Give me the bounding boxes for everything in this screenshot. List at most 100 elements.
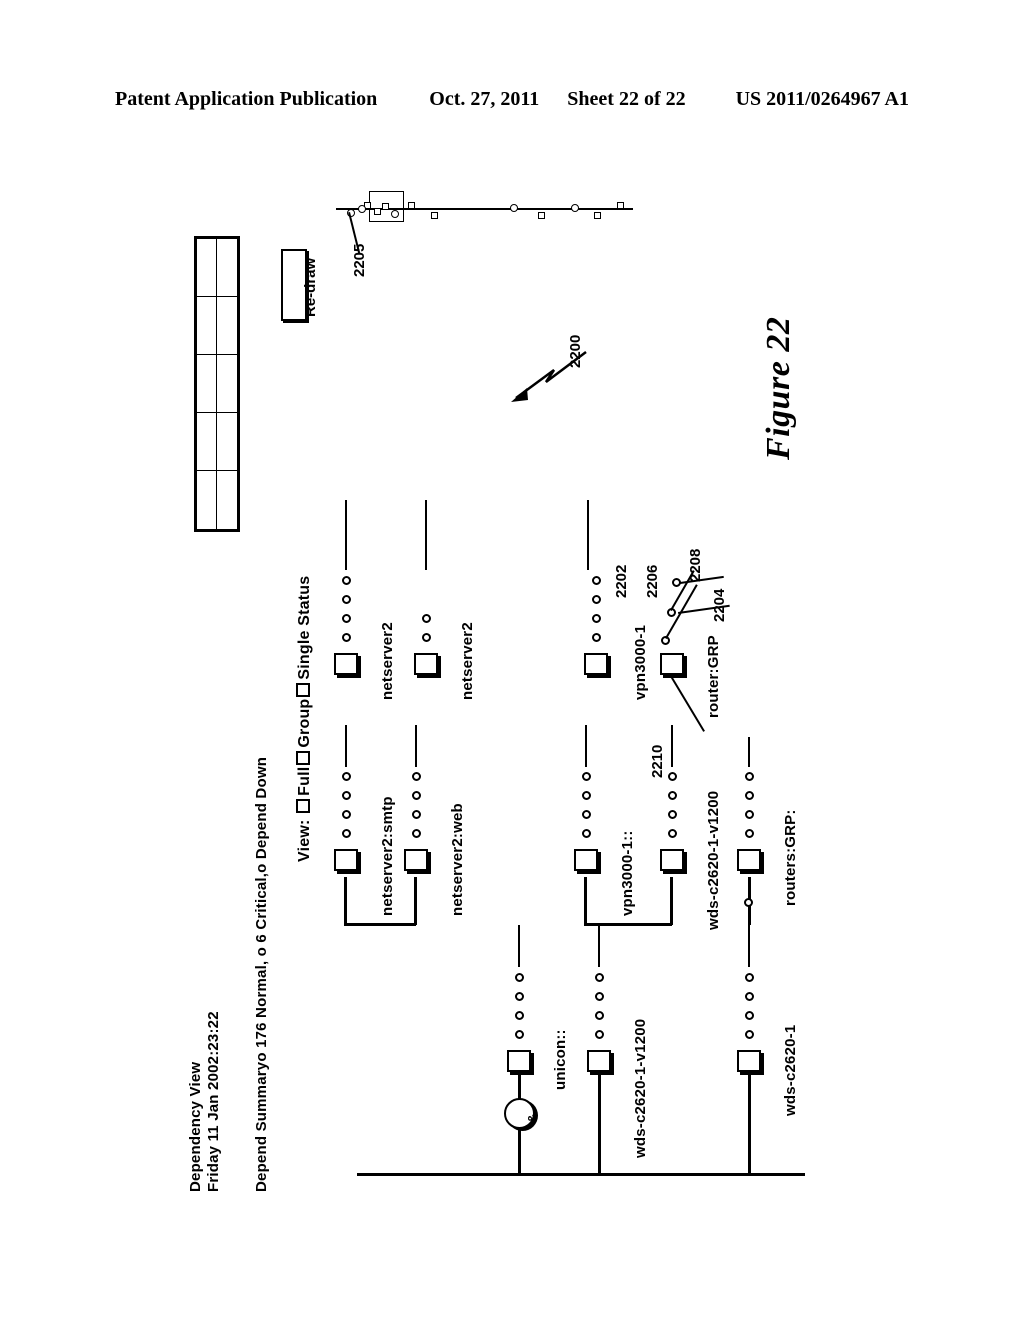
status-dot[interactable] <box>342 614 351 623</box>
status-dot[interactable] <box>592 614 601 623</box>
status-dot[interactable] <box>515 1011 524 1020</box>
strip-node-circle[interactable] <box>571 204 579 212</box>
status-dot[interactable] <box>515 973 524 982</box>
status-dot[interactable] <box>745 973 754 982</box>
tree-node-router-grp[interactable] <box>660 653 684 675</box>
status-dot[interactable] <box>412 810 421 819</box>
status-dot[interactable] <box>595 1030 604 1039</box>
status-dot[interactable] <box>582 772 591 781</box>
grid-cell[interactable] <box>217 355 237 413</box>
status-dot[interactable] <box>745 829 754 838</box>
status-dot[interactable] <box>668 791 677 800</box>
tree-node-netserver2-b[interactable] <box>414 653 438 675</box>
tree-node-label: unicon:: <box>552 1029 569 1090</box>
branch-connector <box>518 1128 521 1174</box>
strip-node-circle[interactable] <box>358 205 366 213</box>
strip-node-square[interactable] <box>594 212 601 219</box>
strip-node-square[interactable] <box>431 212 438 219</box>
branch-connector <box>598 1074 601 1174</box>
status-dot[interactable] <box>745 1011 754 1020</box>
status-dot[interactable] <box>515 1030 524 1039</box>
tree-node-netserver2-smtp[interactable] <box>334 849 358 871</box>
status-dot[interactable] <box>595 992 604 1001</box>
status-dot[interactable] <box>595 1011 604 1020</box>
status-dot[interactable] <box>422 633 431 642</box>
publication-date: Oct. 27, 2011 <box>429 88 540 110</box>
status-dot[interactable] <box>592 595 601 604</box>
ref-2204-label: 2204 <box>711 588 728 622</box>
tree-node-label: wds-c2620-1-v1200 <box>632 1018 649 1158</box>
grid-cell[interactable] <box>217 413 237 471</box>
branch-stub <box>415 725 417 767</box>
branch-stub <box>345 725 347 767</box>
status-dot[interactable] <box>412 791 421 800</box>
status-dot[interactable] <box>582 791 591 800</box>
strip-node-circle[interactable] <box>510 204 518 212</box>
patent-header: Patent Application Publication Oct. 27, … <box>0 88 1024 111</box>
ref-2202-label: 2202 <box>613 564 630 598</box>
strip-node-square[interactable] <box>374 208 381 215</box>
view-controls[interactable]: View: Full Group Single Status <box>296 576 313 862</box>
tree-node-label: netserver2 <box>459 622 476 700</box>
grid-cell[interactable] <box>197 355 217 413</box>
status-dot[interactable] <box>515 992 524 1001</box>
grid-cell[interactable] <box>217 471 237 529</box>
tree-node-routers-grp[interactable] <box>737 849 761 871</box>
strip-node-square[interactable] <box>408 202 415 209</box>
status-dot[interactable] <box>668 810 677 819</box>
panel-title: Dependency View <box>187 1061 204 1192</box>
status-dot[interactable] <box>745 810 754 819</box>
status-dot[interactable] <box>582 810 591 819</box>
status-dot[interactable] <box>592 576 601 585</box>
checkbox-group[interactable] <box>296 750 310 765</box>
status-dot[interactable] <box>342 810 351 819</box>
tree-node-label: vpn3000-1 <box>632 624 649 700</box>
status-dot[interactable] <box>412 772 421 781</box>
tree-node-unicon[interactable] <box>507 1050 531 1072</box>
status-dot[interactable] <box>668 772 677 781</box>
strip-node-square[interactable] <box>382 203 389 210</box>
redraw-button[interactable]: Re-draw <box>281 249 319 321</box>
view-option-full-label: Full <box>296 766 313 796</box>
status-dot[interactable] <box>745 772 754 781</box>
tree-node-wds-c2620-1[interactable] <box>737 1050 761 1072</box>
status-dot[interactable] <box>745 992 754 1001</box>
tree-node-netserver2-a[interactable] <box>334 653 358 675</box>
tree-node-netserver2-web[interactable] <box>404 849 428 871</box>
checkbox-single-status[interactable] <box>296 682 310 697</box>
grid-cell[interactable] <box>197 239 217 297</box>
grid-cell[interactable] <box>197 471 217 529</box>
view-label: View: <box>296 819 313 863</box>
grid-cell[interactable] <box>197 297 217 355</box>
status-dot[interactable] <box>668 829 677 838</box>
status-dot[interactable] <box>422 614 431 623</box>
strip-node-circle[interactable] <box>391 210 399 218</box>
tree-node-wds-v1200-a[interactable] <box>660 849 684 871</box>
grid-cell[interactable] <box>217 239 237 297</box>
grid-cell[interactable] <box>217 297 237 355</box>
status-dot[interactable] <box>745 1030 754 1039</box>
grid-cell[interactable] <box>197 413 217 471</box>
sibling-bracket-arm <box>414 877 417 925</box>
strip-node-square[interactable] <box>538 212 545 219</box>
link-status-dot[interactable] <box>744 898 753 907</box>
status-dot[interactable] <box>745 791 754 800</box>
status-dot[interactable] <box>595 973 604 982</box>
status-dot[interactable] <box>342 791 351 800</box>
status-dot[interactable] <box>342 772 351 781</box>
status-dot[interactable] <box>592 633 601 642</box>
checkbox-full[interactable] <box>296 798 310 813</box>
tree-node-wds-v1200-b[interactable] <box>587 1050 611 1072</box>
branch-stub <box>587 500 589 570</box>
status-dot[interactable] <box>342 595 351 604</box>
status-dot[interactable] <box>342 829 351 838</box>
status-dot[interactable] <box>342 633 351 642</box>
status-dot[interactable] <box>342 576 351 585</box>
strip-node-square[interactable] <box>617 202 624 209</box>
status-dot[interactable] <box>582 829 591 838</box>
tree-node-vpn3000-1[interactable] <box>584 653 608 675</box>
status-dot[interactable] <box>412 829 421 838</box>
tree-node-vpn3000-1-colon[interactable] <box>574 849 598 871</box>
and-gate-node[interactable]: & <box>504 1098 540 1129</box>
status-grid-panel[interactable] <box>194 236 240 532</box>
